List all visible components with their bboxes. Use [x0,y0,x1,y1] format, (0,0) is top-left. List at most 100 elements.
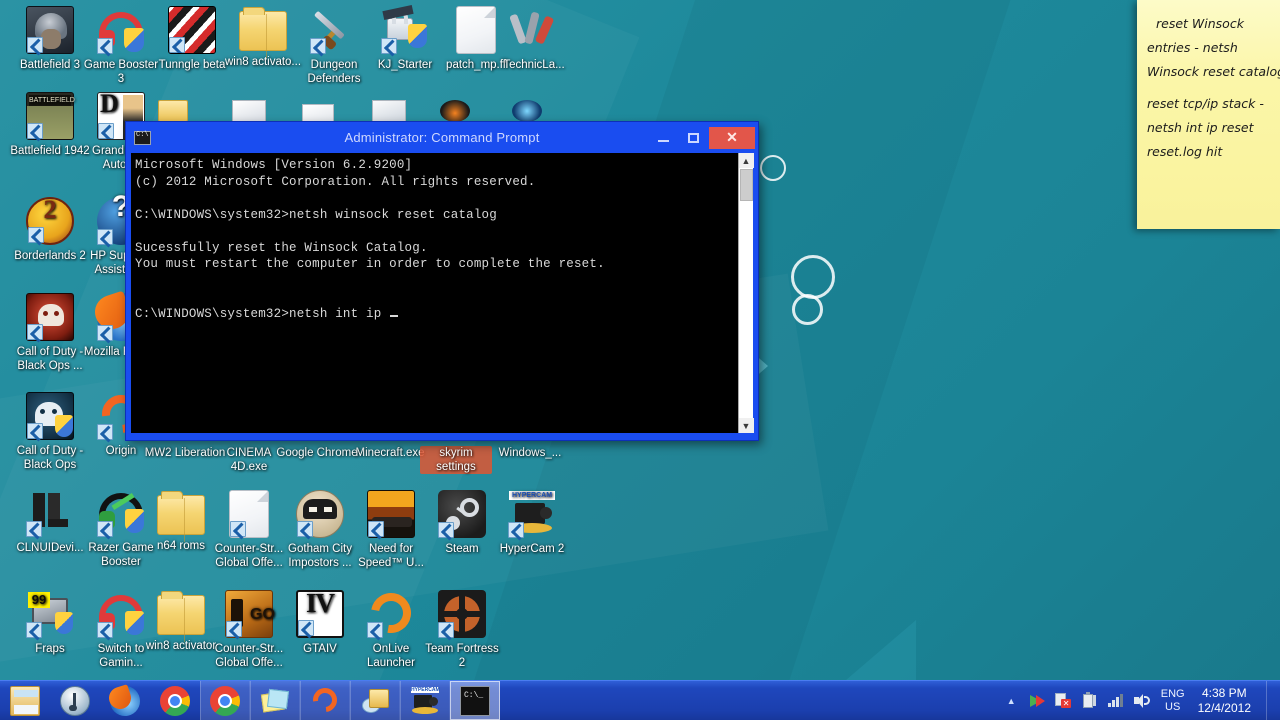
maximize-button[interactable] [679,127,708,149]
onlive-launcher-icon [363,585,419,641]
icon-label: HyperCam 2 [499,543,565,555]
clock[interactable]: 4:38 PM 12/4/2012 [1196,686,1257,716]
desktop-icon-team-fortress-2[interactable]: Team Fortress 2 [420,590,504,670]
technic-launcher-icon [509,6,558,54]
csgo-icon: GO [225,590,275,638]
desktop-icon-label-skyrim-settings[interactable]: skyrim settings [420,446,492,474]
signal-icon[interactable] [1107,692,1124,709]
origin-icon [308,682,342,717]
chrome-icon-partial [440,100,470,122]
chrome-icon [160,685,190,716]
text-caret [390,314,399,317]
document-icon [456,6,496,54]
note-block-2: reset tcp/ip stack - netsh int ip reset … [1147,92,1272,164]
need-for-speed-icon [367,490,415,538]
note-line: entries - netsh [1147,40,1238,55]
explorer-window-icon [360,686,390,716]
folder-icon [239,7,287,58]
razer-game-booster-icon [97,489,145,537]
show-desktop-button[interactable] [1266,681,1274,720]
cod-black-ops-icon [26,392,74,440]
borderlands-2-icon: 2 [26,197,74,245]
console-body[interactable]: Microsoft Windows [Version 6.2.9200] (c)… [131,153,754,433]
note-line: Winsock reset catalog [1147,64,1280,79]
taskbar-item-file-explorer[interactable] [0,681,50,720]
desktop-icon-hypercam-2[interactable]: HYPERCAM HyperCam 2 [490,490,574,556]
taskbar-item-itunes[interactable] [50,681,100,720]
cmd-system-icon[interactable] [134,130,151,145]
maximize-icon [688,132,699,143]
file-explorer-icon [10,685,40,716]
icon-label: Windows_... [498,447,562,459]
folder-icon [157,591,205,642]
taskbar[interactable]: HYPERCAM C:\_ ▲ ✕ ENG US 4:38 PM 12/4/20… [0,680,1280,720]
desktop-icon-technic-launcher[interactable]: TechnicLa... [492,6,576,72]
minimize-button[interactable] [649,127,678,149]
icon-label: Team Fortress 2 [425,643,499,669]
console-output[interactable]: Microsoft Windows [Version 6.2.9200] (c)… [131,153,738,433]
taskbar-item-command-prompt[interactable]: C:\_ [450,681,500,720]
volume-icon[interactable] [1133,692,1150,709]
language-indicator[interactable]: ENG US [1159,688,1187,714]
note-line: reset Winsock [1156,16,1244,31]
taskbar-item-chrome-pinned[interactable] [150,681,200,720]
hypercam-icon: HYPERCAM [410,686,440,716]
window-controls: ✕ [649,122,758,153]
document-icon-partial-2 [302,104,334,122]
chrome-icon [210,685,240,716]
note-line: reset tcp/ip stack - [1147,96,1264,111]
battery-icon[interactable] [1081,692,1098,709]
icon-label: TechnicLa... [503,59,565,71]
language-line-1: ENG [1160,687,1185,700]
sticky-note[interactable]: reset Winsock entries - netsh Winsock re… [1137,0,1280,229]
kj-starter-icon [381,4,429,54]
document-icon-partial-3 [372,100,406,122]
desktop-icon-label-windows[interactable]: Windows_... [490,446,570,460]
sticky-notes-icon [260,686,290,716]
show-hidden-icons-button[interactable]: ▲ [1003,692,1020,709]
icon-label: skyrim settings [436,447,476,473]
close-button[interactable]: ✕ [709,126,755,149]
steam-icon [438,490,486,538]
cod-black-ops-2-icon [26,293,74,341]
dungeon-defenders-icon [310,6,358,54]
network-flag-icon[interactable]: ✕ [1054,692,1072,709]
fraps-icon: 99 [26,590,74,638]
taskbar-item-hypercam[interactable]: HYPERCAM [400,681,450,720]
battlefield-3-icon [26,6,74,54]
taskbar-items: HYPERCAM C:\_ [0,681,500,720]
itunes-icon [60,685,90,716]
taskbar-item-explorer-window[interactable] [350,681,400,720]
cmd-icon: C:\_ [460,685,490,716]
document-icon-partial [232,100,266,122]
scroll-up-button[interactable]: ▲ [738,153,754,168]
taskbar-item-firefox[interactable] [100,681,150,720]
clock-date: 12/4/2012 [1197,700,1251,715]
folder-icon-partial [158,100,188,122]
gotham-city-impostors-icon [296,490,344,538]
document-icon [229,490,269,538]
console-text: Microsoft Windows [Version 6.2.9200] (c)… [135,158,605,321]
switch-to-gaming-icon [97,590,145,638]
scroll-down-button[interactable]: ▼ [738,418,754,433]
taskbar-item-origin[interactable] [300,681,350,720]
taskbar-item-chrome-window[interactable] [200,681,250,720]
team-fortress-2-icon [438,590,486,638]
window-titlebar[interactable]: Administrator: Command Prompt ✕ [126,122,758,153]
gta-iv-icon: IV [296,590,344,638]
note-block-1: reset Winsock entries - netsh Winsock re… [1147,12,1280,84]
blue-orb-icon-partial [512,100,542,122]
media-player-icon[interactable] [1029,692,1046,709]
command-prompt-window[interactable]: Administrator: Command Prompt ✕ Microsof… [125,121,759,441]
firefox-icon [106,683,140,716]
language-line-2: US [1165,700,1181,713]
minimize-icon [658,140,669,142]
system-tray: ▲ ✕ ENG US 4:38 PM 12/4/2012 [1003,681,1280,720]
console-scrollbar[interactable]: ▲ ▼ [738,153,754,433]
scrollbar-thumb[interactable] [739,169,753,201]
tunngle-beta-icon [168,6,216,54]
clock-time: 4:38 PM [1201,685,1247,700]
folder-icon [157,491,205,542]
taskbar-item-sticky-notes[interactable] [250,681,300,720]
hypercam-2-icon: HYPERCAM [508,490,556,538]
